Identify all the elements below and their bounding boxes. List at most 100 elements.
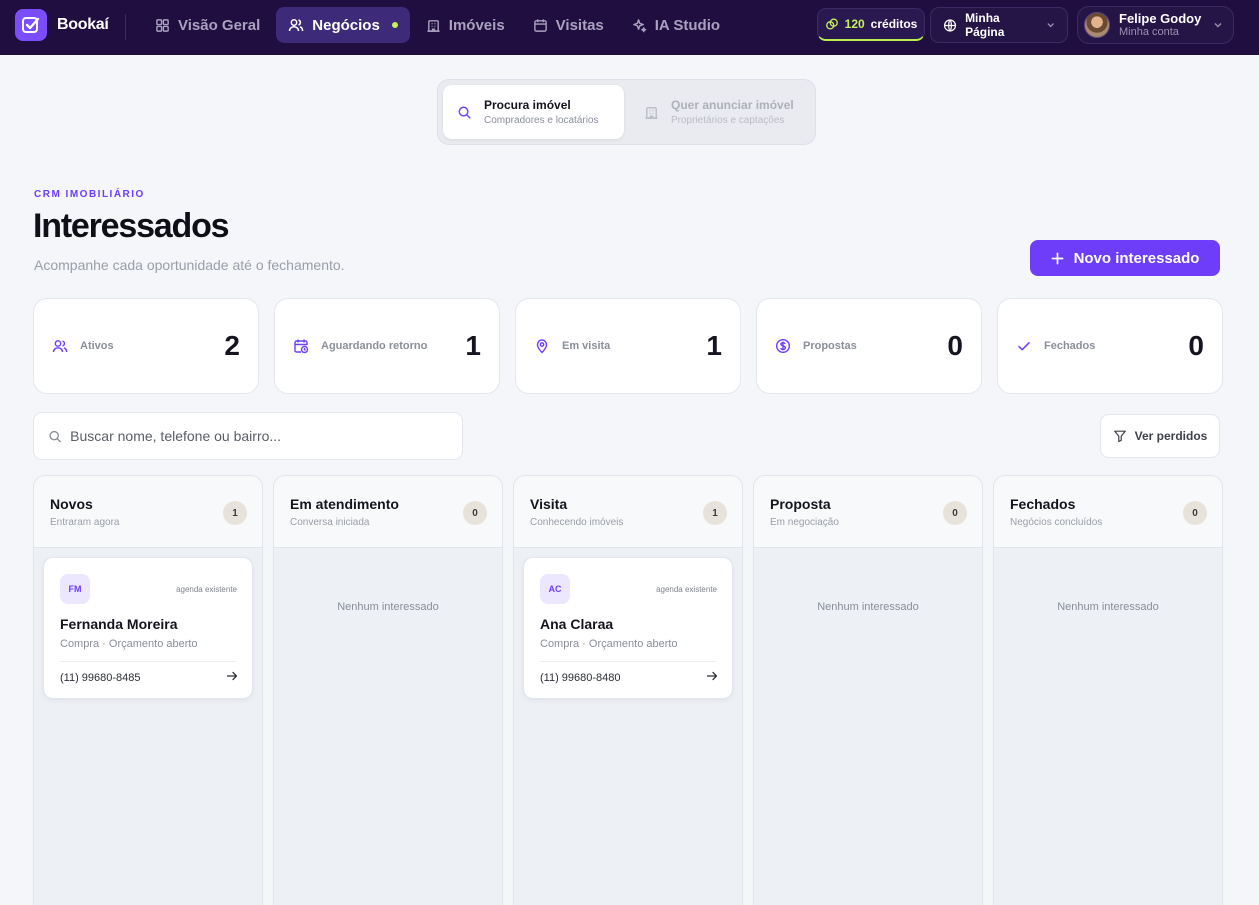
kanban-column-visita: Visita Conhecendo imóveis 1 AC agenda ex… [513, 475, 743, 905]
nav-item-visao-geral[interactable]: Visão Geral [143, 7, 272, 43]
kanban-column-novos: Novos Entraram agora 1 FM agenda existen… [33, 475, 263, 905]
stat-label: Aguardando retorno [321, 340, 428, 352]
dollar-icon [775, 338, 791, 354]
kanban-column-proposta: Proposta Em negociação 0 Nenhum interess… [753, 475, 983, 905]
credits-value: 120 [844, 17, 865, 31]
user-menu[interactable]: Felipe Godoy Minha conta [1077, 6, 1234, 44]
column-subtitle: Entraram agora [50, 517, 120, 528]
stat-value: 1 [706, 330, 722, 361]
stat-label: Propostas [803, 340, 857, 352]
column-header: Fechados Negócios concluídos 0 [994, 476, 1222, 548]
stat-card-propostas[interactable]: Propostas 0 [756, 298, 982, 394]
column-header: Em atendimento Conversa iniciada 0 [274, 476, 502, 548]
column-title: Novos [50, 496, 93, 512]
building-icon [645, 106, 658, 119]
column-empty-state: Nenhum interessado [1057, 601, 1159, 613]
card-divider [60, 661, 236, 662]
lead-name: Fernanda Moreira [60, 616, 178, 632]
stat-value: 2 [224, 330, 240, 361]
column-subtitle: Conversa iniciada [290, 517, 370, 528]
mode-option-subtitle: Compradores e locatários [484, 115, 599, 126]
nav-divider [125, 14, 126, 40]
plus-icon [1051, 252, 1064, 264]
stat-card-em-visita[interactable]: Em visita 1 [515, 298, 741, 394]
avatar [1084, 12, 1110, 38]
search-icon [458, 106, 471, 119]
mode-option-subtitle: Proprietários e captações [671, 115, 785, 126]
user-name: Felipe Godoy [1119, 10, 1202, 26]
nav-item-label: IA Studio [654, 16, 721, 34]
my-page-label: Minha Página [965, 11, 1005, 39]
column-empty-state: Nenhum interessado [337, 601, 439, 613]
column-count-badge: 0 [463, 501, 487, 525]
calendar-icon [533, 18, 547, 32]
lead-initials-avatar: AC [540, 574, 570, 604]
mode-toggle: Procura imóvel Compradores e locatários … [437, 79, 816, 145]
credits-label: créditos [870, 17, 918, 31]
stat-value: 1 [465, 330, 481, 361]
main-nav: Visão Geral Negócios Imóveis Visitas IA … [143, 7, 732, 43]
column-title: Em atendimento [290, 496, 399, 512]
top-navigation-bar: Bookaí Visão Geral Negócios Imóveis Visi… [0, 0, 1259, 55]
stat-label: Fechados [1044, 340, 1096, 352]
stats-row: Ativos 2 Aguardando retorno 1 Em visita … [33, 298, 1223, 394]
my-page-dropdown[interactable]: Minha Página [930, 7, 1068, 43]
brand-name: Bookaí [57, 16, 109, 33]
lead-card[interactable]: AC agenda existente Ana Claraa Compra · … [523, 557, 733, 699]
brand[interactable]: Bookaí [15, 9, 109, 41]
lead-name: Ana Claraa [540, 616, 614, 632]
chevron-down-icon [1047, 23, 1054, 28]
stat-card-aguardando-retorno[interactable]: Aguardando retorno 1 [274, 298, 500, 394]
stat-value: 0 [947, 330, 963, 361]
coins-icon [825, 18, 838, 30]
stat-label: Em visita [562, 340, 611, 352]
kanban-board: Novos Entraram agora 1 FM agenda existen… [33, 475, 1223, 905]
globe-icon [943, 18, 957, 32]
section-eyebrow: CRM IMOBILIÁRIO [34, 189, 145, 200]
search-box[interactable] [33, 412, 463, 460]
new-lead-button[interactable]: Novo interessado [1030, 240, 1220, 276]
column-subtitle: Conhecendo imóveis [530, 517, 624, 528]
stat-card-fechados[interactable]: Fechados 0 [997, 298, 1223, 394]
building-icon [427, 19, 440, 32]
arrow-right-icon[interactable] [706, 670, 718, 682]
filter-icon [1113, 430, 1126, 443]
card-divider [540, 661, 716, 662]
lead-card[interactable]: FM agenda existente Fernanda Moreira Com… [43, 557, 253, 699]
chevron-down-icon [1214, 23, 1222, 28]
column-subtitle: Em negociação [770, 517, 839, 528]
sparkles-icon [632, 18, 647, 32]
kanban-column-fechados: Fechados Negócios concluídos 0 Nenhum in… [993, 475, 1223, 905]
grid-icon [156, 18, 169, 32]
stat-card-ativos[interactable]: Ativos 2 [33, 298, 259, 394]
mode-option-title: Quer anunciar imóvel [671, 98, 794, 112]
check-icon [1018, 342, 1030, 351]
active-indicator-dot [391, 22, 398, 28]
lead-tag: agenda existente [176, 585, 237, 594]
column-header: Proposta Em negociação 0 [754, 476, 982, 548]
new-lead-button-label: Novo interessado [1073, 249, 1200, 267]
nav-item-negocios[interactable]: Negócios [276, 7, 410, 43]
arrow-right-icon[interactable] [226, 670, 238, 682]
column-subtitle: Negócios concluídos [1010, 517, 1103, 528]
mode-option-title: Procura imóvel [484, 98, 571, 112]
nav-item-imoveis[interactable]: Imóveis [414, 7, 517, 43]
column-empty-state: Nenhum interessado [817, 601, 919, 613]
search-icon [49, 430, 61, 442]
users-icon [289, 19, 304, 32]
calendar-clock-icon [294, 339, 309, 354]
credits-badge[interactable]: 120 créditos [817, 8, 925, 41]
lead-tag: agenda existente [656, 585, 717, 594]
lead-initials-avatar: FM [60, 574, 90, 604]
user-account-label: Minha conta [1119, 26, 1179, 39]
lead-meta: Compra · Orçamento aberto [540, 638, 678, 650]
show-lost-button[interactable]: Ver perdidos [1100, 414, 1220, 458]
mode-option-anunciar-imovel[interactable]: Quer anunciar imóvel Proprietários e cap… [630, 85, 810, 139]
column-count-badge: 0 [943, 501, 967, 525]
mode-option-procura-imovel[interactable]: Procura imóvel Compradores e locatários [443, 85, 624, 139]
column-header: Novos Entraram agora 1 [34, 476, 262, 548]
nav-item-visitas[interactable]: Visitas [521, 7, 616, 43]
nav-item-ia-studio[interactable]: IA Studio [620, 7, 732, 43]
map-pin-icon [536, 339, 548, 354]
search-input[interactable] [70, 428, 448, 444]
